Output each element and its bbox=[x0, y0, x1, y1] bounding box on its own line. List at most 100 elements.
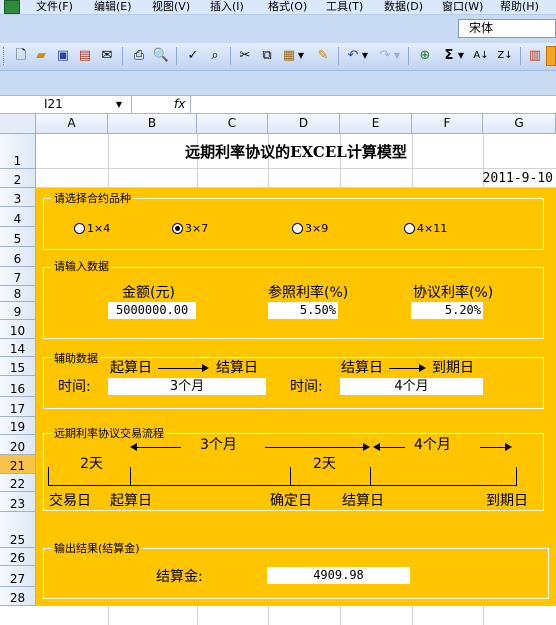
permission-icon[interactable]: ▤ bbox=[76, 47, 94, 65]
redo-dropdown-icon[interactable]: ▼ bbox=[392, 47, 402, 65]
row-header-2[interactable]: 2 bbox=[0, 169, 36, 188]
row-header-7[interactable]: 7 bbox=[0, 267, 36, 286]
menu-format[interactable]: 格式(O) bbox=[268, 0, 307, 14]
drawing-icon[interactable] bbox=[546, 46, 556, 66]
row-header-21[interactable]: 21 bbox=[0, 455, 36, 474]
timeline-tick bbox=[290, 467, 291, 485]
flow-start-day: 起算日 bbox=[110, 493, 152, 509]
copy-icon[interactable]: ⧉ bbox=[258, 47, 276, 65]
undo-dropdown-icon[interactable]: ▼ bbox=[360, 47, 370, 65]
timeline-tick bbox=[130, 467, 131, 485]
toolbar-separator bbox=[176, 47, 177, 65]
font-name-box[interactable]: 宋体 bbox=[458, 19, 556, 38]
row-header-16[interactable]: 16 bbox=[0, 376, 36, 397]
contract-option-label[interactable]: 3×9 bbox=[305, 223, 328, 235]
research-icon[interactable]: ⌕ bbox=[206, 47, 224, 65]
open-folder-icon[interactable]: ▰ bbox=[32, 47, 50, 65]
sort-descending-icon[interactable]: Z↓ bbox=[496, 47, 514, 65]
print-icon[interactable]: ⎙ bbox=[130, 47, 148, 65]
row-header-5[interactable]: 5 bbox=[0, 227, 36, 247]
reference-rate-input[interactable]: 5.50% bbox=[268, 302, 338, 319]
toolbar-grip[interactable] bbox=[3, 47, 6, 65]
name-box-dropdown-icon[interactable]: ▼ bbox=[112, 96, 126, 113]
row-header-23[interactable]: 23 bbox=[0, 492, 36, 512]
row-header-19[interactable]: 19 bbox=[0, 417, 36, 435]
menu-window[interactable]: 窗口(W) bbox=[442, 0, 483, 14]
flow-maturity-day: 到期日 bbox=[486, 493, 528, 509]
row-header-20[interactable]: 20 bbox=[0, 435, 36, 455]
flow-line bbox=[380, 447, 405, 448]
contract-radio-4[interactable] bbox=[404, 223, 415, 234]
menu-insert[interactable]: 插入(I) bbox=[210, 0, 244, 14]
arrow-left-icon bbox=[130, 443, 137, 451]
contract-radio-3[interactable] bbox=[292, 223, 303, 234]
chart-wizard-icon[interactable]: ▥ bbox=[526, 47, 544, 65]
cut-icon[interactable]: ✂ bbox=[236, 47, 254, 65]
row-header-10[interactable]: 10 bbox=[0, 320, 36, 339]
insert-function-icon[interactable]: fx bbox=[174, 96, 188, 113]
contract-option-label[interactable]: 3×7 bbox=[185, 223, 208, 235]
arrow-left-icon bbox=[373, 443, 380, 451]
row-header-14[interactable]: 14 bbox=[0, 339, 36, 357]
aux-maturity-label: 到期日 bbox=[432, 360, 474, 376]
reference-rate-label: 参照利率(%) bbox=[268, 285, 349, 301]
row-header-6[interactable]: 6 bbox=[0, 247, 36, 267]
aux-arrow-line-2 bbox=[389, 368, 419, 369]
column-header-g[interactable]: G bbox=[483, 114, 556, 134]
column-header-f[interactable]: F bbox=[412, 114, 483, 134]
row-header-17[interactable]: 17 bbox=[0, 397, 36, 417]
menu-data[interactable]: 数据(D) bbox=[384, 0, 423, 14]
row-header-22[interactable]: 22 bbox=[0, 474, 36, 492]
timeline-tick bbox=[516, 467, 517, 485]
sort-ascending-icon[interactable]: A↓ bbox=[472, 47, 490, 65]
menu-edit[interactable]: 编辑(E) bbox=[94, 0, 132, 14]
flow-panel-title: 远期利率协议交易流程 bbox=[52, 427, 166, 440]
format-painter-icon[interactable]: ✎ bbox=[314, 47, 332, 65]
row-header-1[interactable]: 1 bbox=[0, 134, 36, 169]
row-header-4[interactable]: 4 bbox=[0, 207, 36, 227]
row-header-8[interactable]: 8 bbox=[0, 286, 36, 302]
email-icon[interactable]: ✉ bbox=[98, 47, 116, 65]
row-header-25[interactable]: 25 bbox=[0, 512, 36, 548]
aux-time-value-2[interactable]: 4个月 bbox=[340, 378, 483, 395]
menu-view[interactable]: 视图(V) bbox=[152, 0, 190, 14]
new-document-icon[interactable]: 🗋 bbox=[12, 47, 30, 65]
agreed-rate-input[interactable]: 5.20% bbox=[411, 302, 483, 319]
flow-fixing-day: 确定日 bbox=[270, 493, 312, 509]
row-header-15[interactable]: 15 bbox=[0, 357, 36, 376]
row-header-28[interactable]: 28 bbox=[0, 587, 36, 606]
column-header-b[interactable]: B bbox=[108, 114, 197, 134]
save-icon[interactable]: ▣ bbox=[54, 47, 72, 65]
print-preview-icon[interactable]: 🔍 bbox=[152, 47, 170, 65]
column-header-c[interactable]: C bbox=[197, 114, 268, 134]
row-header-26[interactable]: 26 bbox=[0, 548, 36, 566]
contract-option-label[interactable]: 4×11 bbox=[417, 223, 447, 235]
excel-app-icon[interactable] bbox=[4, 0, 20, 14]
contract-option-label[interactable]: 1×4 bbox=[87, 223, 110, 235]
aux-time-label-2: 时间: bbox=[290, 379, 323, 395]
column-header-e[interactable]: E bbox=[340, 114, 412, 134]
flow-period-2: 4个月 bbox=[414, 437, 451, 453]
select-all-corner[interactable] bbox=[0, 114, 36, 134]
column-header-a[interactable]: A bbox=[36, 114, 108, 134]
menu-file[interactable]: 文件(F) bbox=[36, 0, 73, 14]
menu-tools[interactable]: 工具(T) bbox=[326, 0, 363, 14]
date-cell[interactable]: 2011-9-10 bbox=[420, 170, 553, 187]
aux-time-value-1[interactable]: 3个月 bbox=[108, 378, 266, 395]
paste-dropdown-icon[interactable]: ▼ bbox=[296, 47, 306, 65]
row-header-9[interactable]: 9 bbox=[0, 302, 36, 320]
toolbar-separator bbox=[408, 47, 409, 65]
menu-help[interactable]: 帮助(H) bbox=[500, 0, 539, 14]
timeline-axis bbox=[48, 485, 517, 486]
formula-input[interactable] bbox=[192, 96, 556, 113]
column-header-d[interactable]: D bbox=[268, 114, 340, 134]
autosum-dropdown-icon[interactable]: ▼ bbox=[456, 47, 466, 65]
row-header-27[interactable]: 27 bbox=[0, 566, 36, 587]
settlement-value[interactable]: 4909.98 bbox=[267, 567, 410, 584]
hyperlink-icon[interactable]: ⊕ bbox=[416, 47, 434, 65]
contract-radio-1[interactable] bbox=[74, 223, 85, 234]
contract-radio-2[interactable] bbox=[172, 223, 183, 234]
row-header-3[interactable]: 3 bbox=[0, 188, 36, 207]
amount-input[interactable]: 5000000.00 bbox=[108, 302, 196, 319]
spelling-icon[interactable]: ✓ bbox=[184, 47, 202, 65]
